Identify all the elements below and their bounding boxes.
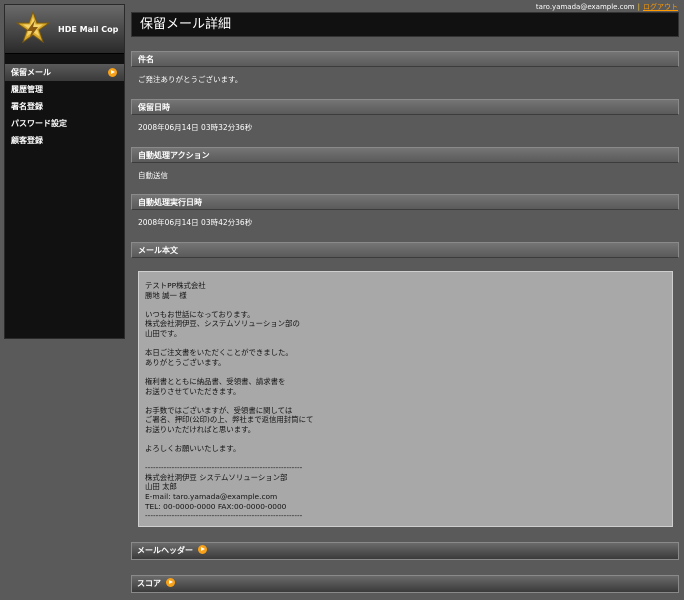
mail-line: 山田です。: [145, 328, 182, 338]
sidebar-item-signature[interactable]: 署名登録: [5, 98, 124, 115]
mail-line: 本日ご注文書をいただくことができました。: [145, 348, 293, 358]
sidebar-item-history[interactable]: 履歴管理: [5, 81, 124, 98]
held-at-value: 2008年06月14日 03時32分36秒: [138, 123, 253, 132]
mail-line: 勝地 誠一 様: [145, 290, 187, 300]
action-at-value: 2008年06月14日 03時42分36秒: [138, 218, 253, 227]
body-heading: メール本文: [131, 242, 679, 258]
logout-link[interactable]: ログアウト: [643, 3, 678, 11]
separator: |: [637, 3, 640, 11]
score-toggle[interactable]: スコア: [131, 575, 679, 593]
mail-line: 山田 太郎: [145, 482, 177, 492]
logo-star-icon: [15, 11, 51, 44]
mail-line: テストPP株式会社: [145, 281, 206, 290]
held-at-heading: 保留日時: [131, 99, 679, 115]
mail-line: [145, 300, 666, 310]
mail-line: お手数ではございますが、受領書に関しては: [145, 405, 293, 415]
arrow-right-icon: [108, 68, 117, 77]
logo-text: HDE Mail Cop: [58, 25, 119, 34]
action-at-heading: 自動処理実行日時: [131, 194, 679, 210]
sidebar-item-customers[interactable]: 顧客登録: [5, 132, 124, 149]
user-bar: taro.yamada@example.com | ログアウト: [536, 2, 678, 12]
mail-line: いつもお世話になっております。: [145, 309, 255, 319]
mail-headers-label: メールヘッダー: [137, 546, 193, 555]
mail-line: ----------------------------------------…: [145, 511, 303, 521]
sidebar-item-label: 顧客登録: [11, 136, 43, 145]
mail-headers-toggle[interactable]: メールヘッダー: [131, 542, 679, 560]
mail-line: [145, 339, 666, 349]
sidebar-item-label: パスワード設定: [11, 119, 67, 128]
mail-line: 株式会社洞伊豆、システムソリューション部の: [145, 319, 300, 329]
mail-line: 株式会社洞伊豆 システムソリューション部: [145, 472, 288, 482]
body-section: メール本文: [131, 242, 679, 258]
sidebar-item-label: 保留メール: [11, 68, 51, 77]
action-at-section: 自動処理実行日時 2008年06月14日 03時42分36秒: [131, 194, 679, 228]
mail-body-box: テストPP株式会社 勝地 誠一 様 いつもお世話になっております。 株式会社洞伊…: [138, 271, 673, 527]
mail-line: ありがとうございます。: [145, 357, 226, 367]
action-section: 自動処理アクション 自動送信: [131, 147, 679, 181]
mail-line: 権利書とともに納品書、受領書、請求書を: [145, 376, 286, 386]
arrow-right-icon: [166, 578, 175, 587]
logo[interactable]: HDE Mail Cop: [5, 5, 124, 54]
mail-line: ----------------------------------------…: [145, 463, 303, 473]
arrow-right-icon: [198, 545, 207, 554]
mail-line: [145, 367, 666, 377]
user-email: taro.yamada@example.com: [535, 3, 635, 11]
action-heading: 自動処理アクション: [131, 147, 679, 163]
sidebar-item-held-mail[interactable]: 保留メール: [5, 64, 124, 81]
mail-line: お送りさせていただきます。: [145, 386, 241, 396]
action-value: 自動送信: [138, 171, 168, 180]
subject-heading: 件名: [131, 51, 679, 67]
subject-section: 件名 ご発注ありがとうございます。: [131, 51, 679, 85]
subject-value: ご発注ありがとうございます。: [138, 75, 243, 84]
mail-line: E-mail: taro.yamada@example.com: [145, 492, 278, 502]
sidebar-item-label: 署名登録: [11, 102, 43, 111]
mail-line: お送りいただければと思います。: [145, 424, 256, 434]
mail-line: [145, 454, 666, 464]
mail-line: [145, 435, 666, 445]
sidebar-item-password[interactable]: パスワード設定: [5, 115, 124, 132]
page-title: 保留メール詳細: [131, 12, 679, 37]
held-at-section: 保留日時 2008年06月14日 03時32分36秒: [131, 99, 679, 133]
score-label: スコア: [137, 579, 161, 588]
sidebar: HDE Mail Cop 保留メール 履歴管理 署名登録 パスワード設定 顧客登…: [4, 4, 125, 339]
sidebar-item-label: 履歴管理: [11, 85, 43, 94]
mail-line: [145, 396, 666, 406]
mail-line: よろしくお願いいたします。: [145, 444, 241, 454]
sidebar-nav: 保留メール 履歴管理 署名登録 パスワード設定 顧客登録: [5, 64, 124, 149]
mail-line: TEL: 00-0000-0000 FAX:00-0000-0000: [145, 501, 287, 511]
mail-line: ご署名、押印(公印)の上、弊社まで返信用封筒にて: [145, 415, 314, 425]
